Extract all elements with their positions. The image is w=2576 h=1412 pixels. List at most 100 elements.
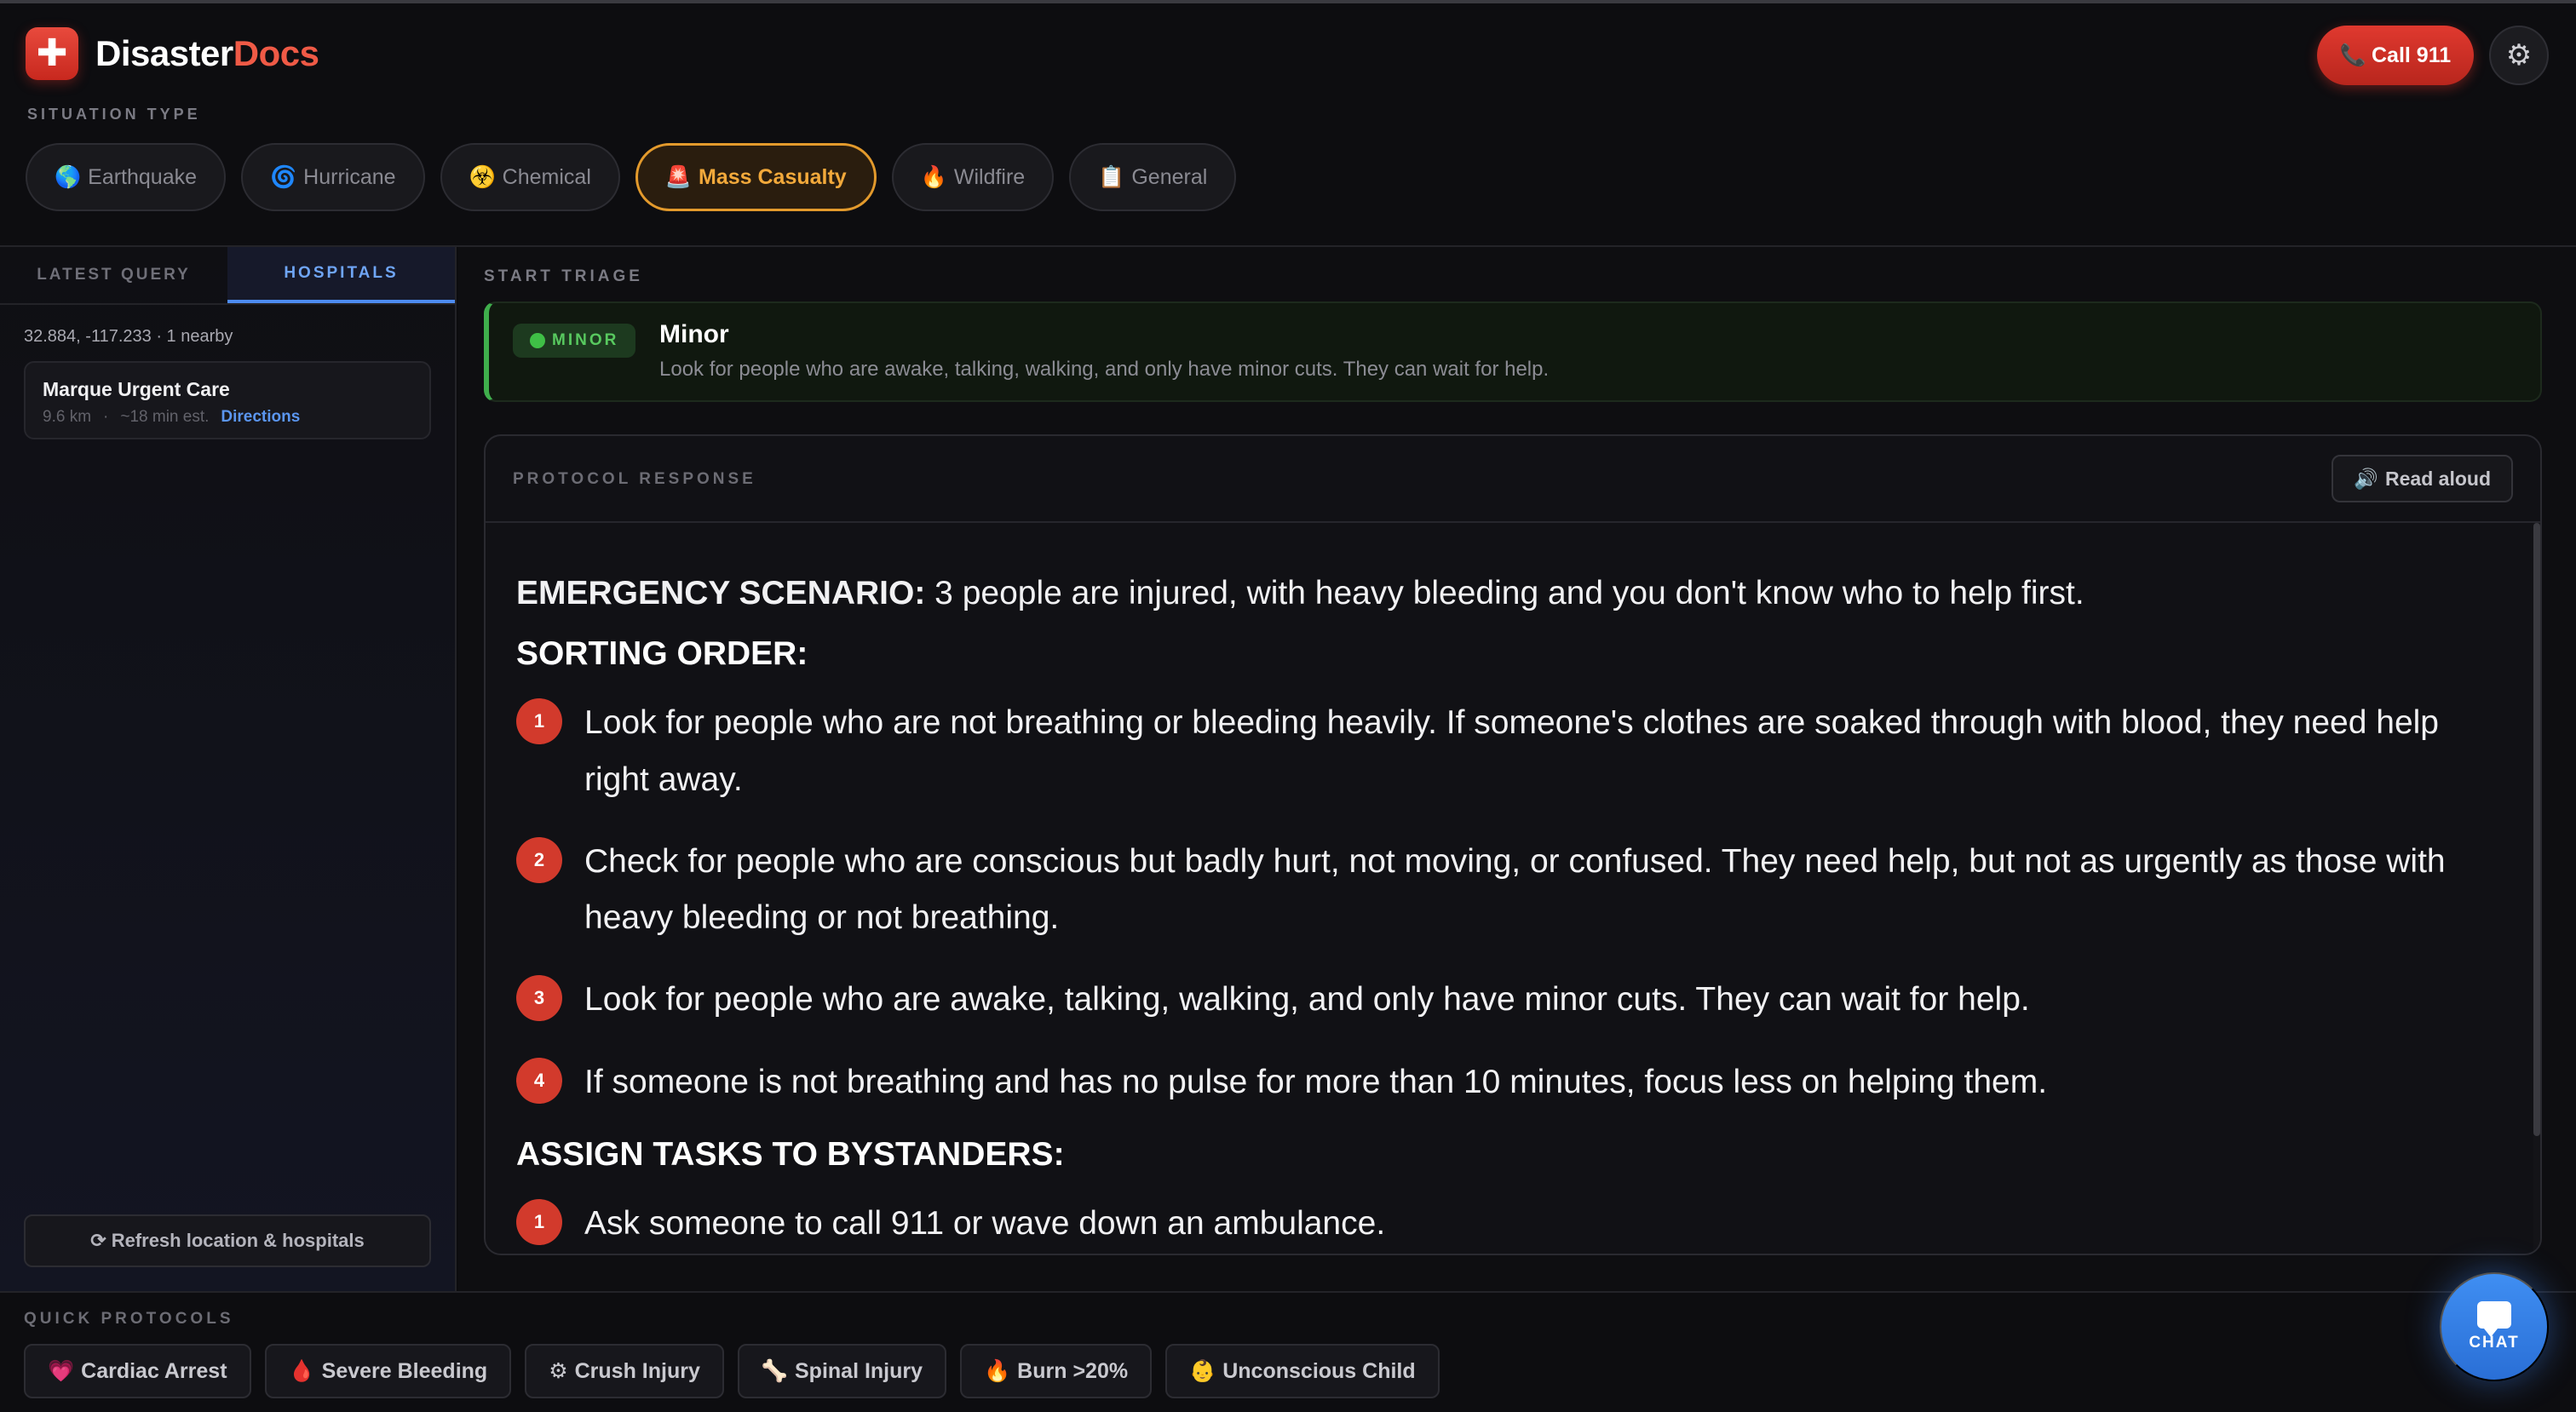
assign-tasks-heading: ASSIGN TASKS TO BYSTANDERS: bbox=[516, 1136, 1065, 1174]
situation-label: Chemical bbox=[502, 164, 591, 189]
refresh-icon: ⟳ bbox=[90, 1230, 106, 1251]
situation-type-list: 🌎 Earthquake 🌀 Hurricane ☣️ Chemical 🚨 Mass … bbox=[26, 143, 1237, 211]
situation-earthquake[interactable]: 🌎 Earthquake bbox=[26, 143, 227, 211]
gear-icon: ⚙ bbox=[549, 1359, 568, 1383]
situation-label: General bbox=[1131, 164, 1208, 189]
step-number: 4 bbox=[516, 1057, 562, 1104]
quick-burn[interactable]: 🔥 Burn >20% bbox=[960, 1344, 1153, 1398]
step-number: 2 bbox=[516, 836, 562, 883]
quick-label: Severe Bleeding bbox=[321, 1358, 488, 1383]
quick-protocols-label: QUICK PROTOCOLS bbox=[24, 1310, 234, 1328]
assign-steps: 1 Ask someone to call 911 or wave down an… bbox=[516, 1196, 2501, 1252]
brand[interactable]: ✚ DisasterDocs bbox=[26, 27, 319, 80]
tab-hospitals[interactable]: HOSPITALS bbox=[227, 247, 455, 303]
hospital-meta: 9.6 km · ~18 min est. Directions bbox=[43, 408, 412, 427]
quick-protocols-list: 💗 Cardiac Arrest 🩸 Severe Bleeding ⚙ Crush … bbox=[24, 1344, 1440, 1398]
green-dot-icon bbox=[530, 333, 545, 348]
situation-wildfire[interactable]: 🔥 Wildfire bbox=[891, 143, 1055, 211]
hospital-card[interactable]: Marque Urgent Care 9.6 km · ~18 min est.… bbox=[24, 361, 431, 439]
phone-icon: 📞 bbox=[2339, 43, 2366, 67]
step-number: 1 bbox=[516, 1199, 562, 1246]
list-item: 1 Look for people who are not breathing o… bbox=[516, 695, 2501, 808]
situation-label: Hurricane bbox=[303, 164, 396, 189]
speaker-icon: 🔊 bbox=[2354, 467, 2379, 490]
situation-label: Mass Casualty bbox=[699, 164, 847, 189]
step-number: 3 bbox=[516, 975, 562, 1022]
chat-button[interactable]: CHAT bbox=[2440, 1272, 2549, 1381]
tab-latest-query[interactable]: LATEST QUERY bbox=[0, 247, 227, 303]
list-item: 3 Look for people who are awake, talking,… bbox=[516, 972, 2501, 1028]
refresh-location-button[interactable]: ⟳ Refresh location & hospitals bbox=[24, 1214, 431, 1267]
scrollbar-thumb[interactable] bbox=[2533, 523, 2540, 1136]
quick-unconscious-child[interactable]: 👶 Unconscious Child bbox=[1165, 1344, 1440, 1398]
blood-drop-icon: 🩸 bbox=[288, 1358, 315, 1383]
triage-badge: MINOR bbox=[513, 324, 636, 358]
call-911-button[interactable]: 📞 Call 911 bbox=[2317, 26, 2474, 85]
triage-title: Minor bbox=[659, 320, 729, 348]
read-aloud-label: Read aloud bbox=[2385, 467, 2491, 490]
step-text: Look for people who are awake, talking, … bbox=[584, 981, 2030, 1019]
protocol-response-panel: PROTOCOL RESPONSE 🔊 Read aloud EMERGENCY… bbox=[484, 434, 2542, 1255]
quick-label: Cardiac Arrest bbox=[81, 1358, 227, 1383]
app-root: ✚ DisasterDocs 📞 Call 911 ⚙ SITUATION TY… bbox=[0, 0, 2576, 1412]
situation-mass-casualty[interactable]: 🚨 Mass Casualty bbox=[635, 143, 877, 211]
baby-icon: 👶 bbox=[1189, 1358, 1216, 1383]
fire-icon: 🔥 bbox=[920, 164, 947, 189]
scenario-heading: EMERGENCY SCENARIO: bbox=[516, 575, 926, 611]
cyclone-icon: 🌀 bbox=[270, 164, 297, 189]
scenario-line: EMERGENCY SCENARIO: 3 people are injured… bbox=[516, 565, 2501, 622]
clipboard-icon: 📋 bbox=[1098, 164, 1125, 189]
call-911-label: Call 911 bbox=[2372, 43, 2452, 67]
hospital-name: Marque Urgent Care bbox=[43, 378, 230, 400]
quick-crush-injury[interactable]: ⚙ Crush Injury bbox=[525, 1344, 724, 1398]
quick-label: Crush Injury bbox=[574, 1358, 700, 1383]
step-number: 1 bbox=[516, 698, 562, 745]
quick-spinal-injury[interactable]: 🦴 Spinal Injury bbox=[737, 1344, 947, 1398]
scenario-text: 3 people are injured, with heavy bleedin… bbox=[925, 575, 2084, 611]
step-text: If someone is not breathing and has no p… bbox=[584, 1063, 2048, 1100]
sorting-order-heading: SORTING ORDER: bbox=[516, 635, 808, 673]
separator-dot: · bbox=[103, 408, 109, 426]
earth-icon: 🌎 bbox=[55, 164, 82, 189]
brand-name: DisasterDocs bbox=[95, 33, 319, 74]
step-text: Check for people who are conscious but b… bbox=[584, 842, 2446, 937]
triage-card: MINOR Minor Look for people who are awak… bbox=[484, 301, 2542, 402]
list-item: 1 Ask someone to call 911 or wave down an… bbox=[516, 1196, 2501, 1252]
header: ✚ DisasterDocs 📞 Call 911 ⚙ SITUATION TY… bbox=[0, 3, 2576, 247]
quick-severe-bleeding[interactable]: 🩸 Severe Bleeding bbox=[264, 1344, 512, 1398]
situation-label: Wildfire bbox=[953, 164, 1026, 189]
siren-icon: 🚨 bbox=[664, 164, 693, 189]
fire-icon: 🔥 bbox=[984, 1358, 1011, 1383]
protocol-response-label: PROTOCOL RESPONSE bbox=[513, 470, 756, 488]
quick-label: Burn >20% bbox=[1017, 1358, 1129, 1383]
sorting-steps: 1 Look for people who are not breathing o… bbox=[516, 695, 2501, 1111]
situation-chemical[interactable]: ☣️ Chemical bbox=[440, 143, 620, 211]
hospital-eta: ~18 min est. bbox=[120, 408, 210, 426]
sidebar: LATEST QUERY HOSPITALS 32.884, -117.233 … bbox=[0, 247, 457, 1291]
situation-hurricane[interactable]: 🌀 Hurricane bbox=[241, 143, 425, 211]
read-aloud-button[interactable]: 🔊 Read aloud bbox=[2332, 455, 2513, 502]
step-text: Look for people who are not breathing or… bbox=[584, 704, 2439, 798]
list-item: 2 Check for people who are conscious but … bbox=[516, 834, 2501, 947]
settings-button[interactable]: ⚙ bbox=[2489, 26, 2549, 85]
situation-label: Earthquake bbox=[88, 164, 198, 189]
list-item: 4 If someone is not breathing and has no … bbox=[516, 1054, 2501, 1111]
main-panel: START TRIAGE MINOR Minor Look for people… bbox=[458, 247, 2576, 1291]
location-coords: 32.884, -117.233 · 1 nearby bbox=[24, 327, 233, 346]
protocol-header: PROTOCOL RESPONSE 🔊 Read aloud bbox=[486, 436, 2540, 523]
biohazard-icon: ☣️ bbox=[469, 164, 496, 189]
situation-general[interactable]: 📋 General bbox=[1069, 143, 1237, 211]
triage-badge-label: MINOR bbox=[552, 331, 619, 349]
chat-bubble-icon bbox=[2477, 1301, 2511, 1337]
triage-description: Look for people who are awake, talking, … bbox=[659, 358, 1550, 381]
heart-icon: 💗 bbox=[48, 1358, 75, 1383]
quick-protocols-bar: QUICK PROTOCOLS 💗 Cardiac Arrest 🩸 Severe … bbox=[0, 1291, 2576, 1412]
gear-icon: ⚙ bbox=[2505, 39, 2533, 72]
medical-cross-icon: ✚ bbox=[26, 27, 78, 80]
sidebar-tabs: LATEST QUERY HOSPITALS bbox=[0, 247, 455, 305]
situation-type-label: SITUATION TYPE bbox=[27, 106, 201, 123]
brand-name-part2: Docs bbox=[233, 33, 319, 73]
quick-cardiac-arrest[interactable]: 💗 Cardiac Arrest bbox=[24, 1344, 251, 1398]
directions-link[interactable]: Directions bbox=[221, 408, 300, 427]
protocol-body: EMERGENCY SCENARIO: 3 people are injured… bbox=[516, 565, 2501, 1254]
